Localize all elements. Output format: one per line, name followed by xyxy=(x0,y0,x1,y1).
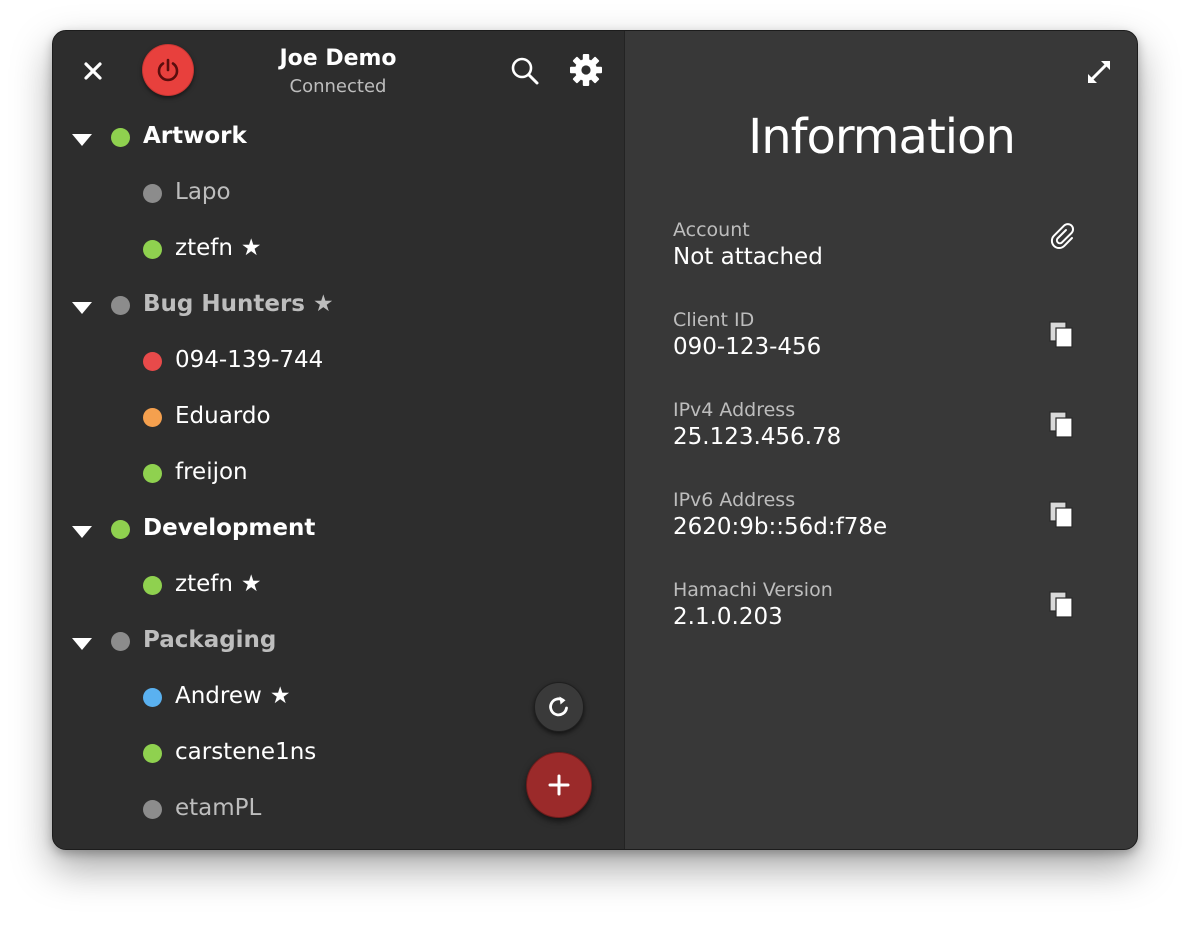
settings-button[interactable] xyxy=(569,53,603,87)
peer-row[interactable]: Andrew ★ xyxy=(53,675,613,719)
peer-row[interactable]: ztefn ★ xyxy=(53,563,613,607)
network-name: Artwork xyxy=(143,123,247,149)
network-status-dot xyxy=(111,632,130,651)
collapse-caret-icon[interactable] xyxy=(71,132,93,146)
network-row[interactable]: Development xyxy=(53,507,613,551)
peer-row[interactable]: ztefn ★ xyxy=(53,227,613,271)
network-status-dot xyxy=(111,128,130,147)
refresh-button[interactable] xyxy=(534,682,584,732)
field-label: Account xyxy=(673,219,750,241)
star-icon: ★ xyxy=(240,571,262,597)
peer-name-text: 094-139-744 xyxy=(175,347,324,373)
info-field: IPv4 Address 25.123.456.78 xyxy=(673,399,1093,459)
field-value: 090-123-456 xyxy=(673,334,822,360)
network-name: Bug Hunters ★ xyxy=(143,291,334,317)
paperclip-icon[interactable] xyxy=(1047,221,1079,253)
peer-name: Lapo xyxy=(175,179,231,205)
field-label: Client ID xyxy=(673,309,755,331)
field-value: 25.123.456.78 xyxy=(673,424,842,450)
field-value: 2620:9b::56d:f78e xyxy=(673,514,888,540)
peer-name-text: Eduardo xyxy=(175,403,271,429)
info-field: IPv6 Address2620:9b::56d:f78e xyxy=(673,489,1093,549)
panel-title: Information xyxy=(748,109,1016,165)
close-button[interactable] xyxy=(79,57,107,85)
peer-name: 094-139-744 xyxy=(175,347,323,373)
peer-row[interactable]: 094-139-744 xyxy=(53,339,613,383)
collapse-caret-icon[interactable] xyxy=(71,636,93,650)
network-row[interactable]: Packaging xyxy=(53,619,613,663)
network-name-text: Development xyxy=(143,515,316,541)
gear-icon xyxy=(570,54,602,86)
peer-name-text: Lapo xyxy=(175,179,231,205)
plus-icon xyxy=(548,774,570,796)
user-name: Joe Demo xyxy=(279,46,397,71)
copy-icon[interactable] xyxy=(1047,499,1079,531)
collapse-caret-icon[interactable] xyxy=(71,300,93,314)
connection-status: Connected xyxy=(289,76,387,97)
add-network-button[interactable] xyxy=(526,752,592,818)
peer-status-dot xyxy=(143,464,162,483)
star-icon: ★ xyxy=(313,291,334,317)
peer-name: ztefn ★ xyxy=(175,571,262,597)
network-name: Packaging xyxy=(143,627,276,653)
peer-name: freijon xyxy=(175,459,248,485)
network-name-text: Bug Hunters xyxy=(143,291,305,317)
peer-status-dot xyxy=(143,576,162,595)
field-label: Hamachi Version xyxy=(673,579,833,601)
network-list-panel: Joe Demo Connected Artwork Lapo ztefn ★ … xyxy=(53,31,624,849)
search-icon xyxy=(511,57,539,85)
field-value: 2.1.0.203 xyxy=(673,604,783,630)
app-window: Joe Demo Connected Artwork Lapo ztefn ★ … xyxy=(52,30,1138,850)
peer-name-text: carstene1ns xyxy=(175,739,317,765)
expand-button[interactable] xyxy=(1084,57,1114,87)
peer-name: carstene1ns xyxy=(175,739,316,765)
information-panel: Information Account Not attached Client ID… xyxy=(624,31,1137,849)
peer-status-dot xyxy=(143,184,162,203)
peer-name: etamPL xyxy=(175,795,261,821)
peer-name-text: freijon xyxy=(175,459,248,485)
info-field: Account Not attached xyxy=(673,219,1093,279)
collapse-caret-icon[interactable] xyxy=(71,524,93,538)
peer-status-dot xyxy=(143,352,162,371)
peer-status-dot xyxy=(143,240,162,259)
power-icon xyxy=(157,58,179,82)
field-label: IPv6 Address xyxy=(673,489,796,511)
network-status-dot xyxy=(111,296,130,315)
network-name: Development xyxy=(143,515,315,541)
peer-name-text: ztefn xyxy=(175,235,233,261)
copy-icon[interactable] xyxy=(1047,319,1079,351)
network-name-text: Packaging xyxy=(143,627,277,653)
peer-status-dot xyxy=(143,688,162,707)
star-icon: ★ xyxy=(269,683,291,709)
expand-icon xyxy=(1088,61,1110,83)
peer-row[interactable]: Eduardo xyxy=(53,395,613,439)
network-row[interactable]: Bug Hunters ★ xyxy=(53,283,613,327)
network-status-dot xyxy=(111,520,130,539)
copy-icon[interactable] xyxy=(1047,589,1079,621)
close-icon xyxy=(84,62,102,80)
peer-status-dot xyxy=(143,408,162,427)
copy-icon[interactable] xyxy=(1047,409,1079,441)
peer-name-text: ztefn xyxy=(175,571,233,597)
field-label: IPv4 Address xyxy=(673,399,796,421)
power-button[interactable] xyxy=(142,44,194,96)
star-icon: ★ xyxy=(240,235,262,261)
search-button[interactable] xyxy=(509,55,541,87)
info-field: Client ID 090-123-456 xyxy=(673,309,1093,369)
network-row[interactable]: Artwork xyxy=(53,115,613,159)
network-name-text: Artwork xyxy=(143,123,247,149)
info-field: Hamachi Version 2.1.0.203 xyxy=(673,579,1093,639)
peer-name: Andrew ★ xyxy=(175,683,290,709)
refresh-icon xyxy=(549,696,568,717)
peer-status-dot xyxy=(143,800,162,819)
peer-name: Eduardo xyxy=(175,403,271,429)
peer-name-text: Andrew xyxy=(175,683,262,709)
peer-status-dot xyxy=(143,744,162,763)
peer-row[interactable]: freijon xyxy=(53,451,613,495)
peer-name: ztefn ★ xyxy=(175,235,262,261)
field-value: Not attached xyxy=(673,244,823,270)
peer-row[interactable]: Lapo xyxy=(53,171,613,215)
peer-name-text: etamPL xyxy=(175,795,262,821)
